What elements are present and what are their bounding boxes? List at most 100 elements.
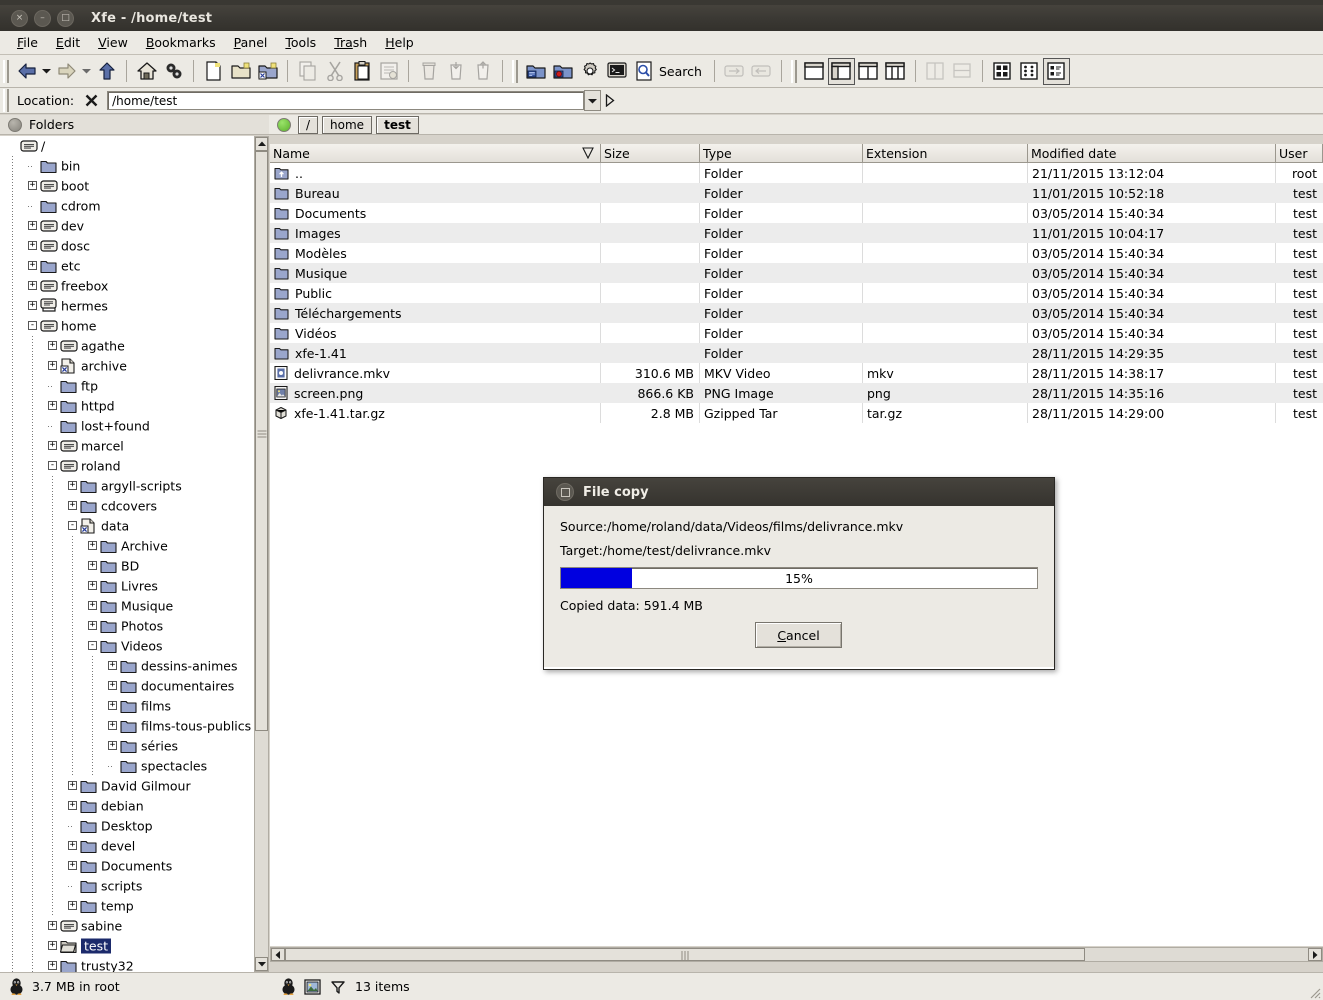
folder-tree-panel[interactable]: / bin + boot cdrom + dev + dosc + etc + freebox + herm… — [0, 136, 255, 972]
panel-status-dot-green[interactable] — [277, 117, 291, 132]
tree-expand-icon[interactable]: + — [68, 481, 77, 490]
filter-icon[interactable] — [331, 980, 345, 994]
sync-panels-button[interactable] — [748, 58, 775, 85]
back-history-dropdown[interactable] — [40, 58, 53, 85]
menu-panel[interactable]: Panel — [225, 32, 277, 53]
tree-expand-icon[interactable]: + — [68, 801, 77, 810]
home-button[interactable] — [133, 58, 160, 85]
cut-button[interactable] — [321, 58, 348, 85]
tree-expand-icon[interactable]: + — [68, 861, 77, 870]
new-file-button[interactable] — [200, 58, 227, 85]
toolbar-grip[interactable] — [3, 59, 9, 83]
tree-collapse-icon[interactable]: - — [28, 321, 37, 330]
tree-panel-button[interactable] — [827, 57, 855, 85]
file-list-horizontal-scrollbar[interactable] — [270, 947, 1323, 962]
back-button[interactable] — [13, 58, 40, 85]
location-input[interactable]: /home/test — [107, 91, 585, 110]
detail-list-button[interactable] — [1042, 57, 1070, 85]
tree-item-documentaires[interactable]: + documentaires — [0, 676, 254, 696]
tree-expand-icon[interactable]: + — [108, 721, 117, 730]
clear-location-icon[interactable] — [85, 94, 98, 107]
tree-scroll-down-button[interactable] — [255, 957, 268, 971]
tree-item-boot[interactable]: + boot — [0, 176, 254, 196]
tree-item-debian[interactable]: + debian — [0, 796, 254, 816]
breadcrumb-item-0[interactable]: / — [298, 115, 319, 134]
tree-item-data[interactable]: - data — [0, 516, 254, 536]
breadcrumb-item-2[interactable]: test — [376, 115, 419, 134]
tree-item-documents[interactable]: + Documents — [0, 856, 254, 876]
properties-button[interactable] — [375, 58, 402, 85]
work-directory-button[interactable] — [160, 58, 187, 85]
tree-item-sabine[interactable]: + sabine — [0, 916, 254, 936]
panel-status-dot-gray[interactable] — [8, 117, 22, 132]
maximize-button[interactable]: □ — [57, 9, 74, 27]
thumbnails-icon[interactable] — [304, 978, 321, 995]
tree-item-argyll-scripts[interactable]: + argyll-scripts — [0, 476, 254, 496]
tree-expand-icon[interactable]: + — [68, 901, 77, 910]
table-row[interactable]: Bureau Folder 11/01/2015 10:52:18 test — [270, 183, 1323, 203]
toolbar-grip[interactable] — [512, 59, 518, 83]
tree-item-archive[interactable]: + Archive — [0, 536, 254, 556]
tree-collapse-icon[interactable]: - — [48, 461, 57, 470]
column-header-size[interactable]: Size — [601, 144, 700, 162]
table-row[interactable]: delivrance.mkv 310.6 MB MKV Video mkv 28/11/… — [270, 363, 1323, 383]
horizontal-panels-button[interactable] — [922, 58, 949, 85]
table-row[interactable]: Musique Folder 03/05/2014 15:40:34 test — [270, 263, 1323, 283]
tree-two-panels-button[interactable] — [882, 58, 909, 85]
tree-item-agathe[interactable]: + agathe — [0, 336, 254, 356]
tree-item-dev[interactable]: + dev — [0, 216, 254, 236]
location-go-button[interactable] — [601, 90, 619, 111]
unmount-button[interactable] — [549, 58, 576, 85]
list-scroll-thumb[interactable] — [285, 948, 1085, 961]
table-row[interactable]: Vidéos Folder 03/05/2014 15:40:34 test — [270, 323, 1323, 343]
tree-item-desktop[interactable]: Desktop — [0, 816, 254, 836]
tree-item-bd[interactable]: + BD — [0, 556, 254, 576]
menu-tools[interactable]: Tools — [276, 32, 325, 53]
tree-scroll-thumb[interactable] — [255, 151, 268, 731]
tree-item-lost-found[interactable]: lost+found — [0, 416, 254, 436]
tree-item-spectacles[interactable]: spectacles — [0, 756, 254, 776]
tree-expand-icon[interactable]: + — [108, 661, 117, 670]
tree-item-dosc[interactable]: + dosc — [0, 236, 254, 256]
tree-expand-icon[interactable]: + — [88, 621, 97, 630]
cancel-button[interactable]: Cancel — [755, 622, 842, 648]
tree-expand-icon[interactable]: + — [68, 841, 77, 850]
search-label[interactable]: Search — [657, 64, 708, 79]
tree-item-freebox[interactable]: + freebox — [0, 276, 254, 296]
search-button[interactable] — [630, 58, 657, 85]
tree-collapse-icon[interactable]: - — [88, 641, 97, 650]
table-row[interactable]: Modèles Folder 03/05/2014 15:40:34 test — [270, 243, 1323, 263]
copy-button[interactable] — [294, 58, 321, 85]
small-icons-button[interactable] — [1016, 58, 1043, 85]
tree-expand-icon[interactable]: + — [48, 341, 57, 350]
restore-from-trash-button[interactable] — [469, 58, 496, 85]
refresh-panels-button[interactable] — [721, 58, 748, 85]
tree-item-videos[interactable]: - Videos — [0, 636, 254, 656]
tree-item-home[interactable]: - home — [0, 316, 254, 336]
tree-item-scripts[interactable]: scripts — [0, 876, 254, 896]
tree-item-etc[interactable]: + etc — [0, 256, 254, 276]
tree-item-livres[interactable]: + Livres — [0, 576, 254, 596]
tree-item--[interactable]: / — [0, 136, 254, 156]
column-header-name[interactable]: Name — [270, 144, 601, 162]
forward-button[interactable] — [53, 58, 80, 85]
one-panel-button[interactable] — [801, 58, 828, 85]
location-dropdown-button[interactable] — [584, 90, 602, 111]
tree-expand-icon[interactable]: + — [28, 301, 37, 310]
tree-expand-icon[interactable]: + — [28, 181, 37, 190]
menu-edit[interactable]: Edit — [47, 32, 89, 53]
tree-item-roland[interactable]: - roland — [0, 456, 254, 476]
tree-expand-icon[interactable]: + — [108, 741, 117, 750]
tree-item-ftp[interactable]: ftp — [0, 376, 254, 396]
delete-button[interactable] — [415, 58, 442, 85]
breadcrumb-item-1[interactable]: home — [322, 115, 373, 134]
up-directory-button[interactable] — [93, 58, 120, 85]
tree-item-s-ries[interactable]: + séries — [0, 736, 254, 756]
tree-expand-icon[interactable]: + — [28, 241, 37, 250]
column-header-type[interactable]: Type — [700, 144, 863, 162]
column-header-modified[interactable]: Modified date — [1028, 144, 1276, 162]
tree-expand-icon[interactable]: + — [88, 601, 97, 610]
terminal-button[interactable] — [603, 58, 630, 85]
list-scroll-right-button[interactable] — [1308, 948, 1322, 961]
tree-expand-icon[interactable]: + — [68, 781, 77, 790]
